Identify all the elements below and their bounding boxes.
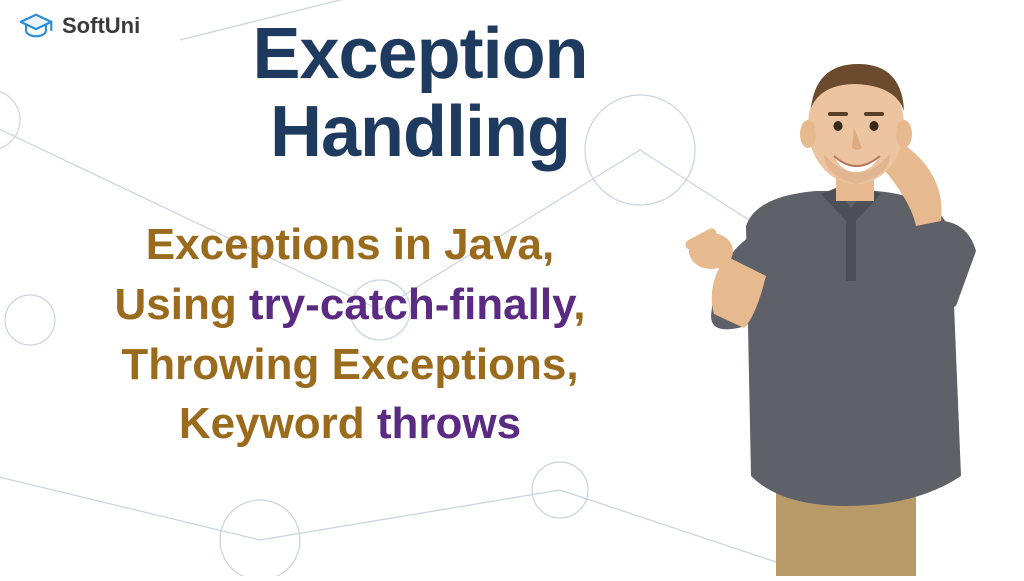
slide-title: Exception Handling [200,16,640,172]
brand-name: SoftUni [62,13,140,39]
subtitle-line-3: Throwing Exceptions, [40,335,660,395]
subtitle-line-2: Using try-catch-finally, [40,275,660,335]
slide-subtitle: Exceptions in Java, Using try-catch-fina… [40,215,660,454]
subtitle-line-4: Keyword throws [40,394,660,454]
brand-logo: SoftUni [18,12,140,40]
graduation-cap-icon [18,12,54,40]
subtitle-line-1: Exceptions in Java, [40,215,660,275]
presenter-photo [656,16,1016,576]
title-line-2: Handling [200,94,640,172]
title-line-1: Exception [200,16,640,94]
